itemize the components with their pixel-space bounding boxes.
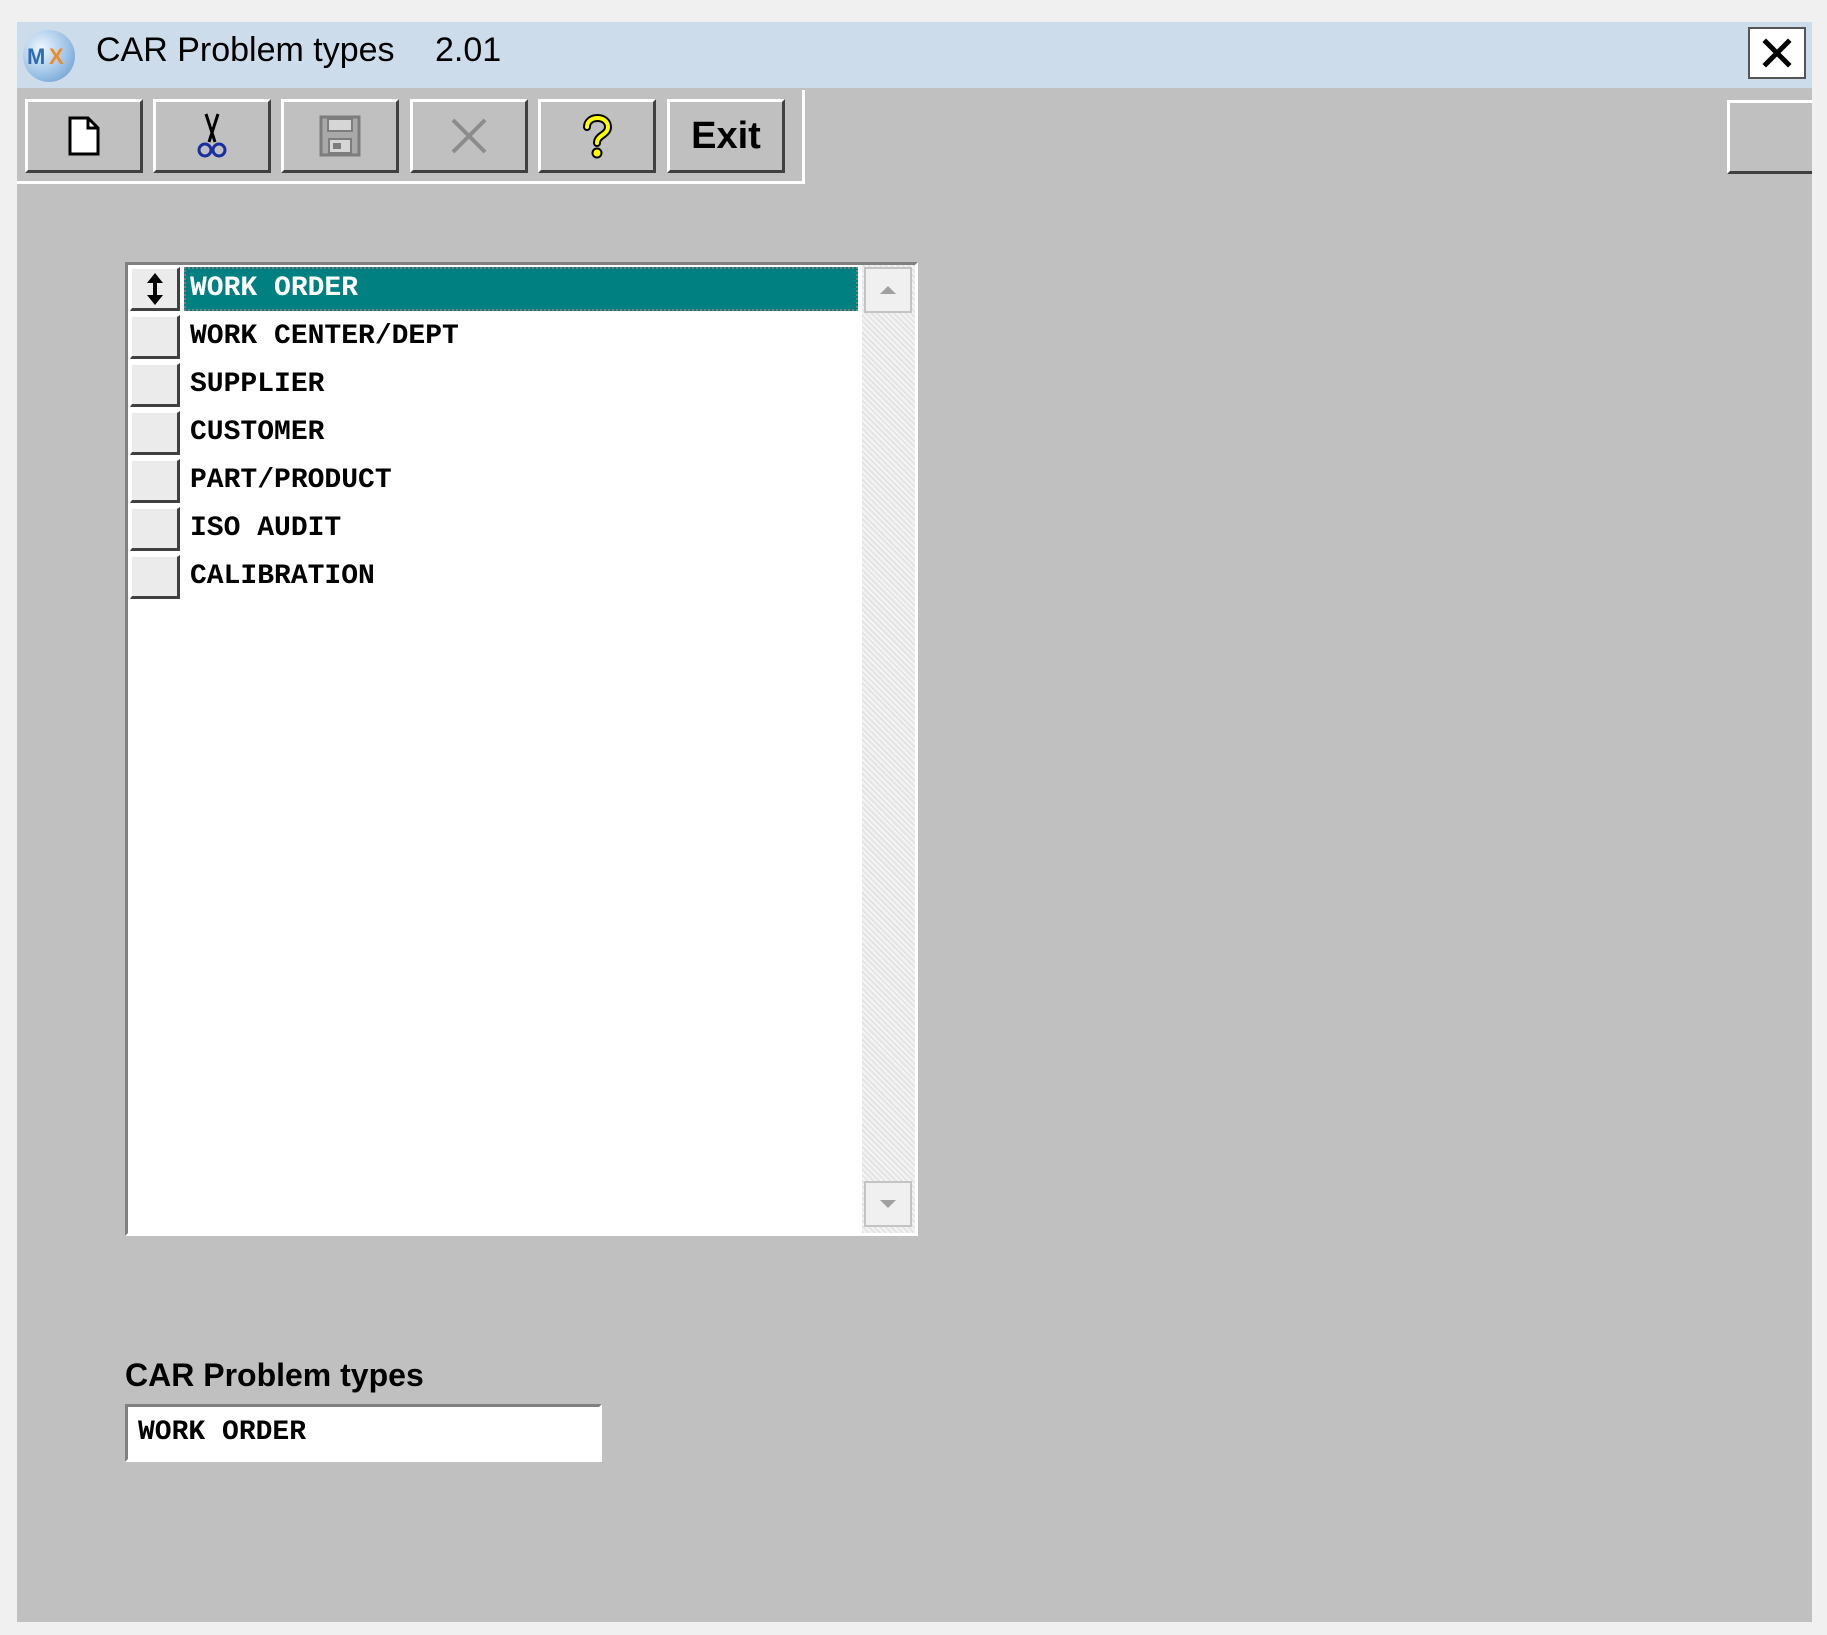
exit-button-label: Exit [691,114,761,157]
new-document-icon [68,116,100,156]
field-label: CAR Problem types [125,1357,424,1393]
save-button[interactable] [281,99,399,173]
list-item[interactable]: CALIBRATION [128,553,862,601]
row-selector[interactable] [130,411,180,455]
side-action-button[interactable] [1727,100,1812,174]
row-selector[interactable] [130,507,180,551]
list-item[interactable]: WORK CENTER/DEPT [128,313,862,361]
cut-button[interactable] [153,99,271,173]
scissors-icon [197,113,227,158]
scroll-down-button[interactable] [864,1181,912,1227]
close-button[interactable] [1748,27,1806,79]
app-logo-icon: MX [23,30,75,82]
list-item-label: PART/PRODUCT [190,465,392,496]
list-item-label: SUPPLIER [190,369,325,400]
problem-type-input[interactable]: WORK ORDER [125,1404,602,1462]
title-bar: MX CAR Problem types 2.01 [17,22,1812,88]
save-icon [319,115,361,157]
list-item[interactable]: SUPPLIER [128,361,862,409]
window-version: 2.01 [435,31,502,69]
list-item[interactable]: ISO AUDIT [128,505,862,553]
list-item[interactable]: PART/PRODUCT [128,457,862,505]
resize-vertical-icon [146,272,163,305]
app-window: MX CAR Problem types 2.01 Exit WORK ORDE… [17,22,1812,1622]
new-button[interactable] [25,99,143,173]
list-item-label: ISO AUDIT [190,513,342,544]
help-icon [583,114,613,159]
list-item[interactable]: WORK ORDER [128,265,862,313]
vertical-scrollbar[interactable] [862,265,915,1233]
help-button[interactable] [538,99,656,173]
list-item[interactable]: CUSTOMER [128,409,862,457]
row-selector[interactable] [130,363,180,407]
delete-button[interactable] [410,99,528,173]
row-selector[interactable] [130,459,180,503]
list-item-label: CALIBRATION [190,561,375,592]
window-title: CAR Problem types [96,31,395,69]
scroll-up-arrow-icon [880,286,896,294]
scroll-down-arrow-icon [880,1200,896,1208]
list-item-label: CUSTOMER [190,417,325,448]
row-selector[interactable] [130,555,180,599]
exit-button[interactable]: Exit [667,99,785,173]
list-item-label: WORK ORDER [184,267,858,311]
row-selector[interactable] [130,315,180,359]
toolbar: Exit [17,90,805,184]
row-selector[interactable] [130,267,180,311]
scroll-up-button[interactable] [864,267,912,313]
delete-x-icon [451,118,487,154]
list-item-label: WORK CENTER/DEPT [190,321,459,352]
close-icon [1762,38,1792,68]
problem-type-list[interactable]: WORK ORDER WORK CENTER/DEPT SUPPLIER CUS… [125,262,918,1236]
